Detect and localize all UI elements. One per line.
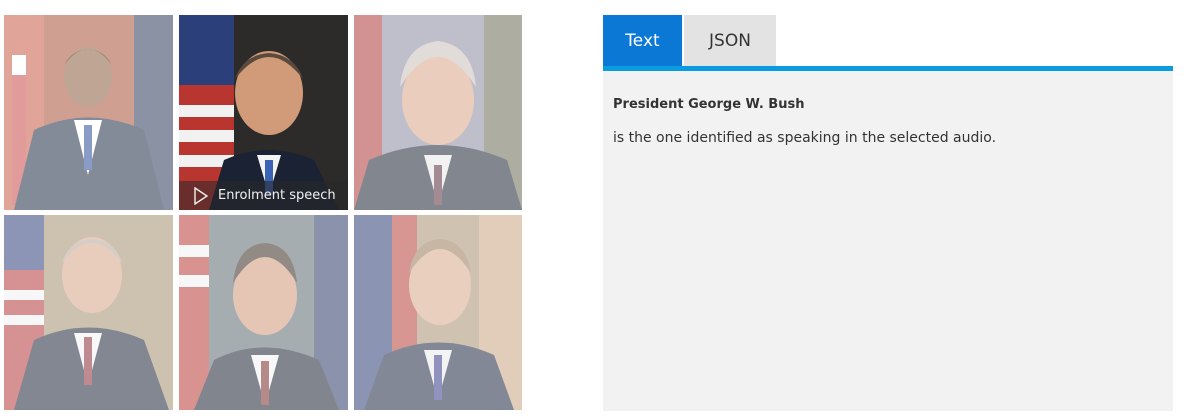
- result-content: President George W. Bush is the one iden…: [603, 71, 1173, 411]
- enrolment-speech-label: Enrolment speech: [218, 188, 336, 203]
- result-panel: Text JSON President George W. Bush is th…: [603, 15, 1173, 411]
- portrait-3-image: [354, 15, 522, 210]
- speaker-gallery: Enrolment speech: [0, 0, 530, 418]
- portrait-4-image: [4, 215, 173, 410]
- identified-speaker-name: President George W. Bush: [613, 97, 805, 112]
- tab-text[interactable]: Text: [603, 15, 682, 66]
- speaker-tile-5[interactable]: [179, 215, 348, 410]
- output-tabs: Text JSON: [603, 15, 776, 66]
- speaker-tile-2-selected[interactable]: Enrolment speech: [179, 15, 348, 210]
- tab-json[interactable]: JSON: [684, 15, 776, 66]
- selected-tile-overlay[interactable]: Enrolment speech: [179, 181, 348, 210]
- speaker-tile-6[interactable]: [354, 215, 522, 410]
- play-icon[interactable]: [194, 186, 208, 205]
- speaker-tile-1[interactable]: [4, 15, 173, 210]
- speaker-tile-4[interactable]: [4, 215, 173, 410]
- speaker-tile-3[interactable]: [354, 15, 522, 210]
- identification-description: is the one identified as speaking in the…: [613, 130, 997, 146]
- portrait-6-image: [354, 215, 522, 410]
- portrait-5-image: [179, 215, 348, 410]
- portrait-1-image: [4, 15, 173, 210]
